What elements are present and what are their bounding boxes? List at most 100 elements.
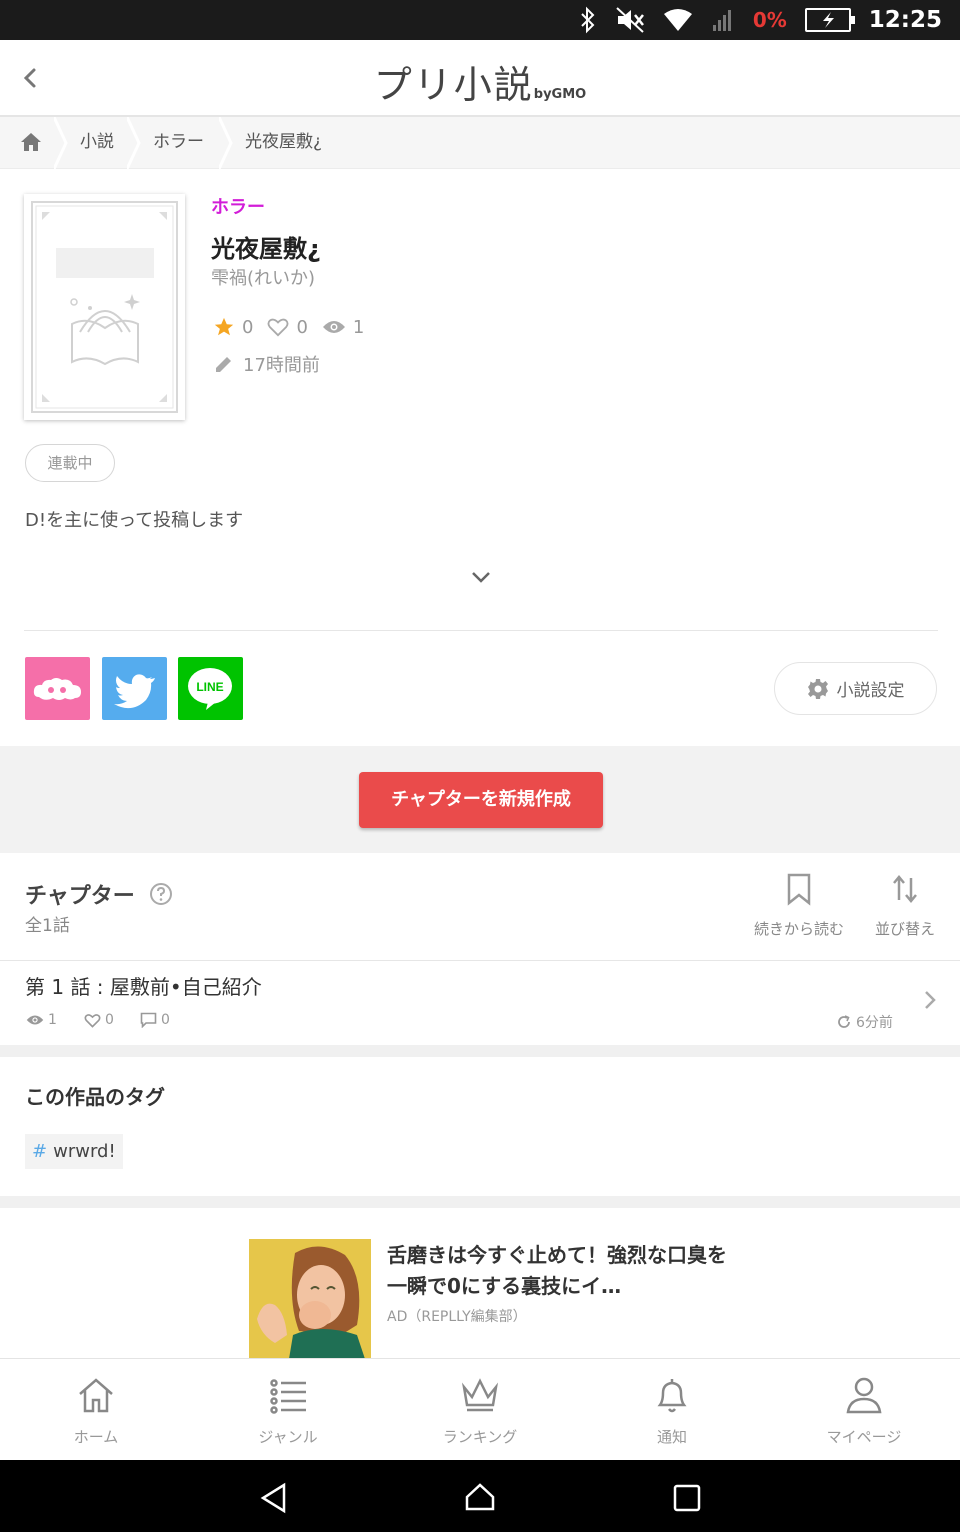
heart-icon bbox=[84, 1013, 101, 1028]
breadcrumb-genre[interactable]: ホラー bbox=[153, 117, 204, 169]
expand-chevron-icon[interactable] bbox=[469, 566, 493, 588]
pencil-icon bbox=[216, 357, 231, 372]
clock: 12:25 bbox=[868, 7, 942, 33]
battery-percent: 0% bbox=[752, 8, 787, 32]
system-recents-icon[interactable] bbox=[673, 1484, 701, 1512]
comment-icon bbox=[140, 1012, 157, 1028]
battery-charging-icon bbox=[804, 8, 855, 32]
chapter-title[interactable]: 第 1 話 : 屋敷前•自己紹介 bbox=[25, 971, 262, 1000]
nav-home-label: ホーム bbox=[73, 1428, 119, 1446]
hash-icon: # bbox=[32, 1141, 48, 1162]
divider bbox=[0, 960, 960, 961]
updated-time: 17時間前 bbox=[213, 351, 320, 377]
section-separator bbox=[0, 1196, 960, 1208]
sort-label: 並び替え bbox=[874, 920, 935, 938]
home-crumb-icon[interactable] bbox=[20, 132, 42, 152]
tag-chip[interactable]: # wrwrd! bbox=[25, 1134, 123, 1169]
like-count: 0 bbox=[296, 316, 308, 338]
breadcrumb-separator bbox=[219, 117, 233, 169]
novel-cover bbox=[24, 194, 185, 420]
chapter-comment-count: 0 bbox=[161, 1012, 170, 1028]
svg-text:LINE: LINE bbox=[196, 680, 223, 694]
updated-label: 17時間前 bbox=[243, 355, 320, 376]
logo-text: プリ小説 bbox=[373, 63, 534, 107]
sort-button[interactable]: 並び替え bbox=[870, 872, 940, 939]
wifi-icon bbox=[663, 9, 692, 31]
chapters-title: チャプター bbox=[25, 884, 135, 909]
chapter-count: 全1話 bbox=[25, 916, 70, 936]
chevron-right-icon[interactable] bbox=[922, 988, 938, 1012]
crown-icon bbox=[461, 1378, 499, 1412]
system-navigation-bar bbox=[0, 1460, 960, 1532]
ad-illustration bbox=[249, 1239, 371, 1359]
status-bar: 0% 12:25 bbox=[0, 0, 960, 40]
refresh-icon bbox=[838, 1015, 850, 1028]
star-count: 0 bbox=[242, 316, 254, 338]
continue-reading-button[interactable]: 続きから読む bbox=[748, 872, 850, 939]
nav-ranking[interactable]: ランキング bbox=[384, 1359, 576, 1461]
chapters-heading: チャプター bbox=[25, 878, 173, 910]
nav-genre-label: ジャンル bbox=[258, 1428, 318, 1446]
novel-title: 光夜屋敷¿ bbox=[211, 235, 321, 263]
gear-icon bbox=[807, 678, 828, 699]
ad-image[interactable] bbox=[249, 1239, 371, 1359]
help-icon[interactable] bbox=[149, 882, 173, 906]
section-separator bbox=[0, 1045, 960, 1057]
eye-icon bbox=[322, 321, 345, 333]
list-icon bbox=[270, 1379, 306, 1414]
logo-by: byGMO bbox=[533, 87, 587, 102]
muted-volume-icon bbox=[616, 7, 644, 33]
cloud-icon bbox=[33, 678, 81, 700]
nav-notifications-label: 通知 bbox=[656, 1428, 687, 1446]
nav-mypage[interactable]: マイページ bbox=[768, 1359, 960, 1461]
share-twitter-button[interactable] bbox=[102, 657, 167, 720]
chapter-like-count: 0 bbox=[105, 1012, 114, 1028]
ad-title[interactable]: 舌磨きは今すぐ止めて！強烈な口臭を一瞬で0にする裏技にイ… bbox=[387, 1240, 727, 1302]
breadcrumb-separator bbox=[54, 117, 68, 169]
tags-heading: この作品のタグ bbox=[25, 1085, 165, 1109]
bluetooth-icon bbox=[581, 6, 595, 34]
novel-genre[interactable]: ホラー bbox=[211, 193, 265, 219]
system-back-icon[interactable] bbox=[258, 1482, 290, 1514]
person-icon bbox=[846, 1377, 882, 1414]
bottom-navigation: ホーム ジャンル ランキング 通知 マイページ bbox=[0, 1358, 960, 1460]
chapter-view-count: 1 bbox=[48, 1012, 57, 1028]
bookmark-icon bbox=[787, 873, 811, 906]
star-icon bbox=[214, 317, 234, 336]
signal-icon bbox=[712, 10, 731, 31]
nav-home[interactable]: ホーム bbox=[0, 1359, 192, 1461]
continue-label: 続きから読む bbox=[753, 920, 844, 938]
nav-notifications[interactable]: 通知 bbox=[576, 1359, 768, 1461]
bell-icon bbox=[657, 1379, 687, 1413]
home-icon bbox=[79, 1378, 113, 1413]
tag-label: wrwrd! bbox=[53, 1141, 116, 1162]
sort-icon bbox=[893, 875, 917, 903]
settings-label: 小説設定 bbox=[836, 681, 905, 701]
divider bbox=[24, 630, 938, 631]
app-header: プリ小説byGMO bbox=[0, 40, 960, 117]
share-pri-button[interactable] bbox=[25, 657, 90, 720]
nav-mypage-label: マイページ bbox=[826, 1428, 902, 1446]
chapter-updated-time: 6分前 bbox=[856, 1015, 893, 1031]
nav-genre[interactable]: ジャンル bbox=[192, 1359, 384, 1461]
share-line-button[interactable]: LINE bbox=[178, 657, 243, 720]
novel-author[interactable]: 雫禍(れいか) bbox=[211, 264, 315, 290]
app-logo: プリ小説byGMO bbox=[0, 54, 960, 109]
book-placeholder-icon bbox=[31, 201, 178, 413]
novel-description: D!を主に使って投稿します bbox=[25, 510, 244, 531]
serialization-status-badge: 連載中 bbox=[25, 444, 115, 482]
create-chapter-button[interactable]: チャプターを新規作成 bbox=[359, 772, 603, 828]
chapter-views: 1 bbox=[26, 1012, 57, 1028]
novel-stats: 0 0 1 bbox=[213, 316, 364, 338]
breadcrumb-current: 光夜屋敷¿ bbox=[245, 132, 323, 152]
novel-settings-button[interactable]: 小説設定 bbox=[774, 662, 937, 715]
line-icon: LINE bbox=[188, 668, 232, 710]
view-count: 1 bbox=[352, 316, 365, 338]
chapter-comments: 0 bbox=[140, 1012, 170, 1028]
twitter-icon bbox=[114, 674, 155, 709]
heart-icon bbox=[268, 318, 289, 337]
nav-ranking-label: ランキング bbox=[442, 1428, 518, 1446]
system-home-icon[interactable] bbox=[464, 1482, 496, 1512]
breadcrumb-novel[interactable]: 小説 bbox=[80, 117, 114, 169]
chapter-updated: 6分前 bbox=[836, 1012, 893, 1032]
